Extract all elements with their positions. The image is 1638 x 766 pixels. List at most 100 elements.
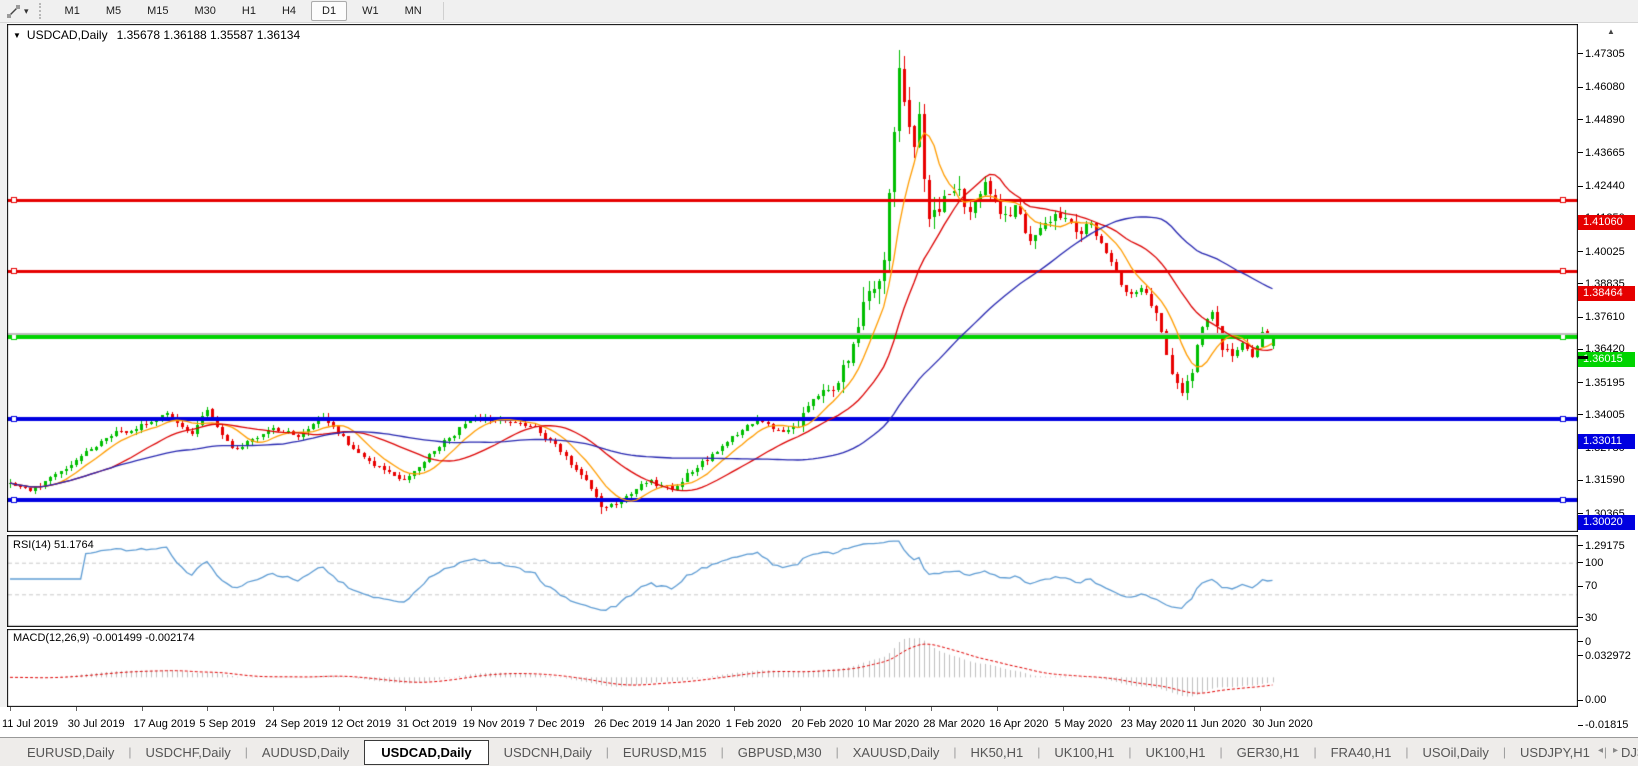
chart-tab-ger30-h1[interactable]: GER30,H1 — [1224, 741, 1313, 764]
timeframe-button-h4[interactable]: H4 — [271, 1, 307, 21]
time-tick-mark — [668, 707, 669, 711]
chart-tab-uk100-h1[interactable]: UK100,H1 — [1133, 741, 1219, 764]
toolbar: ▾ M1M5M15M30H1H4D1W1MN — [0, 0, 1638, 23]
price-chart-canvas[interactable] — [7, 24, 1578, 532]
time-tick-label: 16 Apr 2020 — [989, 718, 1048, 730]
price-tick-mark — [1578, 119, 1583, 120]
timeframe-button-d1[interactable]: D1 — [311, 1, 347, 21]
price-tick-mark — [1578, 251, 1583, 252]
chart-tab-audusd-daily[interactable]: AUDUSD,Daily — [249, 741, 362, 764]
time-tick-mark — [997, 707, 998, 711]
rsi-tick-label: 30 — [1585, 612, 1597, 624]
price-level-tag[interactable]: 1.30020 — [1578, 515, 1635, 530]
time-tick-mark — [339, 707, 340, 711]
time-tick-label: 30 Jul 2019 — [68, 718, 125, 730]
price-level-tag[interactable]: 1.38464 — [1578, 286, 1635, 301]
chart-tab-eurusd-daily[interactable]: EURUSD,Daily — [14, 741, 127, 764]
price-level-tag[interactable]: 1.33011 — [1578, 434, 1635, 449]
chart-tab-bar: EURUSD,Daily|USDCHF,Daily|AUDUSD,DailyUS… — [0, 737, 1638, 766]
price-tick-label: 1.42440 — [1585, 180, 1625, 192]
timeframe-button-group: M1M5M15M30H1H4D1W1MN — [52, 1, 435, 21]
macd-tick-label: 0.032972 — [1585, 650, 1631, 662]
time-tick-label: 7 Dec 2019 — [528, 718, 584, 730]
rsi-tick-mark — [1578, 586, 1583, 587]
time-tick-mark — [1260, 707, 1261, 711]
time-tick-mark — [865, 707, 866, 711]
timeframe-button-h1[interactable]: H1 — [231, 1, 267, 21]
time-tick-label: 10 Mar 2020 — [857, 718, 919, 730]
chart-tab-uk100-h1[interactable]: UK100,H1 — [1041, 741, 1127, 764]
time-tick-mark — [1129, 707, 1130, 711]
chart-tab-eurusd-m15[interactable]: EURUSD,M15 — [610, 741, 720, 764]
time-tick-label: 31 Oct 2019 — [397, 718, 457, 730]
chart-tab-usdcad-daily[interactable]: USDCAD,Daily — [364, 740, 488, 765]
price-tick-label: 1.44890 — [1585, 114, 1625, 126]
time-tick-mark — [273, 707, 274, 711]
price-tick-label: 1.34005 — [1585, 409, 1625, 421]
timeframe-button-m30[interactable]: M30 — [184, 1, 227, 21]
price-tick-mark — [1578, 152, 1583, 153]
rsi-panel-canvas[interactable] — [7, 535, 1578, 627]
time-tick-label: 24 Sep 2019 — [265, 718, 327, 730]
chart-ohlc-values: 1.35678 1.36188 1.35587 1.36134 — [117, 28, 301, 42]
chart-tab-gbpusd-m30[interactable]: GBPUSD,M30 — [725, 741, 835, 764]
price-tick-mark — [1578, 545, 1583, 546]
time-tick-label: 26 Dec 2019 — [594, 718, 656, 730]
rsi-tick-mark — [1578, 617, 1583, 618]
chart-tab-fra40-h1[interactable]: FRA40,H1 — [1318, 741, 1405, 764]
chart-tab-usdchf-daily[interactable]: USDCHF,Daily — [133, 741, 244, 764]
timeframe-button-m15[interactable]: M15 — [136, 1, 179, 21]
time-tick-mark — [76, 707, 77, 711]
macd-label: MACD(12,26,9) -0.001499 -0.002174 — [13, 632, 195, 644]
time-tick-mark — [1063, 707, 1064, 711]
price-level-tag[interactable]: 1.36015 — [1578, 352, 1635, 367]
timeframe-button-mn[interactable]: MN — [394, 1, 433, 21]
timeframe-button-m1[interactable]: M1 — [54, 1, 91, 21]
tab-scroll-left-icon[interactable]: ◂ — [1598, 745, 1613, 756]
time-axis[interactable]: 11 Jul 201930 Jul 201917 Aug 20195 Sep 2… — [0, 707, 1578, 737]
rsi-tick-label: 100 — [1585, 557, 1603, 569]
chart-tab-xauusd-daily[interactable]: XAUUSD,Daily — [840, 741, 953, 764]
time-tick-label: 11 Jun 2020 — [1186, 718, 1246, 730]
toolbar-grip[interactable] — [39, 3, 44, 19]
line-studies-icon[interactable] — [3, 2, 23, 20]
rsi-tick-mark — [1578, 562, 1583, 563]
price-tick-mark — [1578, 317, 1583, 318]
axis-scroll-up-icon[interactable]: ▲ — [1607, 27, 1615, 36]
chart-tab-usdcnh-daily[interactable]: USDCNH,Daily — [491, 741, 605, 764]
time-tick-label: 23 May 2020 — [1121, 718, 1185, 730]
collapse-arrow-icon[interactable]: ▼ — [13, 31, 21, 40]
time-tick-mark — [207, 707, 208, 711]
price-level-tag[interactable]: 1.41060 — [1578, 215, 1635, 230]
chart-window: ▼ USDCAD,Daily 1.35678 1.36188 1.35587 1… — [0, 23, 1638, 737]
time-tick-label: 5 May 2020 — [1055, 718, 1112, 730]
price-tick-mark — [1578, 480, 1583, 481]
chart-tab-usoil-daily[interactable]: USOil,Daily — [1409, 741, 1501, 764]
macd-tick-mark — [1578, 700, 1583, 701]
price-tick-mark — [1578, 186, 1583, 187]
timeframe-button-m5[interactable]: M5 — [95, 1, 132, 21]
time-tick-mark — [931, 707, 932, 711]
chart-tab-hk50-h1[interactable]: HK50,H1 — [958, 741, 1037, 764]
tab-scroll-right-icon[interactable]: ▸ — [1613, 745, 1628, 756]
rsi-tick-label: 0 — [1585, 636, 1591, 648]
time-tick-mark — [1194, 707, 1195, 711]
rsi-tick-mark — [1578, 641, 1583, 642]
dropdown-arrow-icon[interactable]: ▾ — [24, 6, 29, 17]
time-tick-mark — [734, 707, 735, 711]
chart-tabs: EURUSD,Daily|USDCHF,Daily|AUDUSD,DailyUS… — [14, 740, 1638, 765]
window-left-gutter — [0, 23, 7, 707]
time-tick-label: 14 Jan 2020 — [660, 718, 721, 730]
chart-tab-usdjpy-h1[interactable]: USDJPY,H1 — [1507, 741, 1603, 764]
price-tick-mark — [1578, 87, 1583, 88]
macd-panel-canvas[interactable] — [7, 629, 1578, 707]
price-tick-mark — [1578, 283, 1583, 284]
macd-tick-mark — [1578, 655, 1583, 656]
timeframe-button-w1[interactable]: W1 — [351, 1, 390, 21]
time-tick-label: 20 Feb 2020 — [792, 718, 854, 730]
time-tick-label: 17 Aug 2019 — [134, 718, 196, 730]
time-tick-mark — [10, 707, 11, 711]
price-tick-label: 1.46080 — [1585, 81, 1625, 93]
time-tick-mark — [800, 707, 801, 711]
price-tick-label: 1.29175 — [1585, 540, 1625, 552]
